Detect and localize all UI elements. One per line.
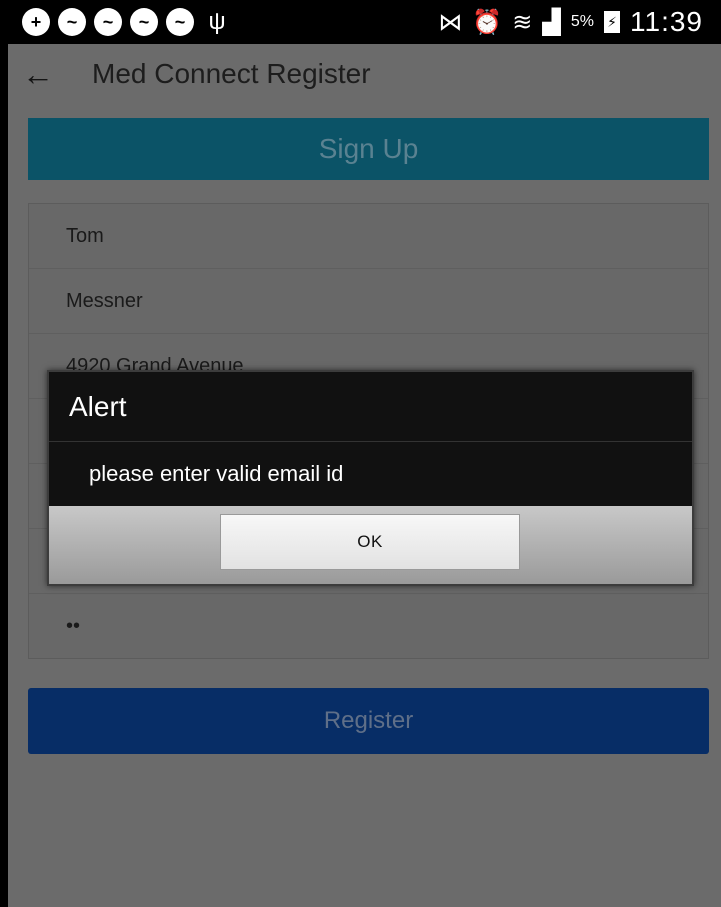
alert-message: please enter valid email id bbox=[89, 461, 344, 486]
alert-dialog: Alert please enter valid email id OK bbox=[47, 370, 694, 586]
action-bar: ← Med Connect Register bbox=[8, 44, 721, 104]
signup-header: Sign Up bbox=[28, 118, 709, 180]
notification-icons: + ~ ~ ~ ~ ψ bbox=[8, 8, 228, 36]
alarm-icon: ⏰ bbox=[472, 8, 503, 36]
messenger-icon: ~ bbox=[58, 8, 86, 36]
battery-level: 5% bbox=[570, 13, 594, 30]
messenger-icon: ~ bbox=[94, 8, 122, 36]
password-field[interactable]: •• bbox=[29, 594, 708, 659]
signal-icon: ▟ bbox=[542, 8, 561, 36]
register-button[interactable]: Register bbox=[28, 688, 709, 754]
screen-left-border bbox=[0, 0, 8, 907]
status-bar: + ~ ~ ~ ~ ψ ⋈ ⏰ ≋ ▟ 5% ⚡ 11:39 bbox=[8, 0, 721, 44]
status-time: 11:39 bbox=[630, 6, 703, 37]
alert-button-bar: OK bbox=[49, 506, 692, 584]
first-name-field[interactable]: Tom bbox=[29, 204, 708, 269]
messenger-icon: ~ bbox=[130, 8, 158, 36]
charging-icon: ⚡ bbox=[604, 11, 620, 33]
usb-icon: ψ bbox=[208, 8, 226, 35]
add-icon: + bbox=[22, 8, 50, 36]
ok-button[interactable]: OK bbox=[220, 514, 520, 570]
system-icons: ⋈ ⏰ ≋ ▟ 5% ⚡ 11:39 bbox=[438, 6, 721, 38]
back-arrow-icon[interactable]: ← bbox=[8, 56, 72, 93]
alert-title: Alert bbox=[49, 372, 692, 442]
last-name-field[interactable]: Messner bbox=[29, 269, 708, 334]
page-title: Med Connect Register bbox=[92, 58, 371, 89]
mute-icon: ⋈ bbox=[438, 8, 463, 36]
wifi-icon: ≋ bbox=[512, 8, 533, 36]
messenger-icon: ~ bbox=[166, 8, 194, 36]
